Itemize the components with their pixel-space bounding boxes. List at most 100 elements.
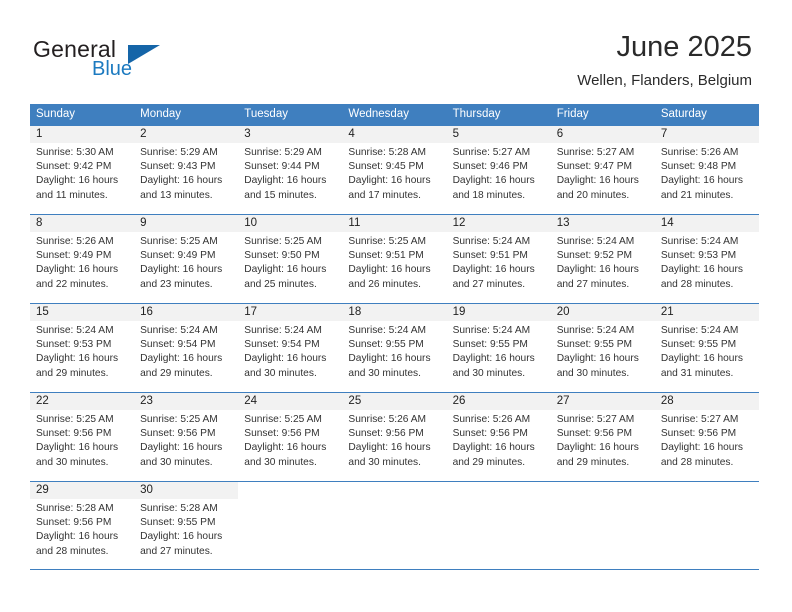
sunset-text: Sunset: 9:46 PM [452, 161, 528, 173]
day-cell[interactable]: 8 Sunrise: 5:26 AM Sunset: 9:49 PM Dayli… [30, 215, 135, 303]
sunrise-text: Sunrise: 5:24 AM [660, 325, 739, 336]
day-number: 5 [452, 128, 459, 140]
day-cell[interactable]: 7 Sunrise: 5:26 AM Sunset: 9:48 PM Dayli… [654, 126, 759, 214]
day-number: 25 [348, 395, 362, 407]
title-block: June 2025 Wellen, Flanders, Belgium [577, 30, 752, 89]
daylight-text-line2: and 31 minutes. [660, 367, 734, 379]
sunrise-text: Sunrise: 5:25 AM [36, 414, 114, 425]
day-details: Sunrise: 5:29 AM Sunset: 9:44 PM Dayligh… [238, 143, 342, 203]
day-cell[interactable]: 21 Sunrise: 5:24 AM Sunset: 9:55 PM Dayl… [654, 304, 759, 392]
daylight-text-line1: Daylight: 16 hours [452, 353, 535, 365]
day-cell[interactable]: 2 Sunrise: 5:29 AM Sunset: 9:43 PM Dayli… [134, 126, 239, 214]
day-details: Sunrise: 5:25 AM Sunset: 9:51 PM Dayligh… [342, 232, 446, 292]
day-number-band: 4 [342, 126, 447, 143]
day-cell[interactable]: 3 Sunrise: 5:29 AM Sunset: 9:44 PM Dayli… [238, 126, 343, 214]
week-row: 1 Sunrise: 5:30 AM Sunset: 9:42 PM Dayli… [30, 125, 759, 214]
day-number-band: 1 [30, 126, 135, 143]
day-cell[interactable]: 6 Sunrise: 5:27 AM Sunset: 9:47 PM Dayli… [550, 126, 655, 214]
day-cell[interactable]: 22 Sunrise: 5:25 AM Sunset: 9:56 PM Dayl… [30, 393, 135, 481]
day-number: 16 [140, 306, 153, 318]
day-cell[interactable]: 18 Sunrise: 5:24 AM Sunset: 9:55 PM Dayl… [342, 304, 447, 392]
day-number-band [238, 482, 342, 499]
day-cell[interactable]: 20 Sunrise: 5:24 AM Sunset: 9:55 PM Dayl… [550, 304, 655, 392]
daylight-text-line1: Daylight: 16 hours [348, 175, 431, 187]
day-number: 19 [452, 306, 466, 318]
day-cell[interactable]: 15 Sunrise: 5:24 AM Sunset: 9:53 PM Dayl… [30, 304, 135, 392]
sunset-text: Sunset: 9:56 PM [36, 428, 112, 440]
day-number-band [551, 482, 655, 499]
sunrise-text: Sunrise: 5:24 AM [348, 325, 427, 336]
day-cell[interactable]: 17 Sunrise: 5:24 AM Sunset: 9:54 PM Dayl… [238, 304, 343, 392]
sunrise-text: Sunrise: 5:27 AM [660, 414, 739, 425]
day-details: Sunrise: 5:26 AM Sunset: 9:56 PM Dayligh… [342, 410, 446, 470]
day-cell[interactable]: 14 Sunrise: 5:24 AM Sunset: 9:53 PM Dayl… [654, 215, 759, 303]
daylight-text-line1: Daylight: 16 hours [452, 175, 535, 187]
day-cell[interactable]: 19 Sunrise: 5:24 AM Sunset: 9:55 PM Dayl… [446, 304, 551, 392]
day-details: Sunrise: 5:28 AM Sunset: 9:55 PM Dayligh… [134, 499, 238, 559]
day-cell[interactable]: 9 Sunrise: 5:25 AM Sunset: 9:49 PM Dayli… [134, 215, 239, 303]
day-number: 15 [36, 306, 49, 318]
day-cell[interactable]: 11 Sunrise: 5:25 AM Sunset: 9:51 PM Dayl… [342, 215, 447, 303]
sunset-text: Sunset: 9:49 PM [140, 250, 216, 262]
day-details: Sunrise: 5:26 AM Sunset: 9:56 PM Dayligh… [447, 410, 551, 470]
day-details: Sunrise: 5:25 AM Sunset: 9:56 PM Dayligh… [30, 410, 134, 470]
day-cell-empty [342, 482, 447, 569]
daylight-text-line2: and 30 minutes. [348, 456, 421, 468]
day-number: 20 [556, 306, 570, 318]
sunrise-text: Sunrise: 5:24 AM [36, 325, 114, 336]
day-details: Sunrise: 5:26 AM Sunset: 9:48 PM Dayligh… [655, 143, 759, 203]
day-number: 26 [452, 395, 466, 407]
day-cell[interactable]: 25 Sunrise: 5:26 AM Sunset: 9:56 PM Dayl… [342, 393, 447, 481]
daylight-text-line1: Daylight: 16 hours [36, 531, 119, 543]
triangle-flag-icon [128, 45, 160, 64]
day-number-band [342, 482, 446, 499]
day-cell[interactable]: 27 Sunrise: 5:27 AM Sunset: 9:56 PM Dayl… [550, 393, 655, 481]
weekday-sunday: Sunday [36, 108, 76, 120]
daylight-text-line2: and 30 minutes. [556, 367, 630, 379]
sunset-text: Sunset: 9:50 PM [244, 250, 320, 262]
day-cell[interactable]: 23 Sunrise: 5:25 AM Sunset: 9:56 PM Dayl… [134, 393, 239, 481]
daylight-text-line2: and 28 minutes. [660, 278, 734, 290]
day-cell[interactable]: 1 Sunrise: 5:30 AM Sunset: 9:42 PM Dayli… [30, 126, 135, 214]
daylight-text-line2: and 29 minutes. [36, 367, 109, 379]
day-cell[interactable]: 13 Sunrise: 5:24 AM Sunset: 9:52 PM Dayl… [550, 215, 655, 303]
daylight-text-line2: and 20 minutes. [556, 189, 630, 201]
daylight-text-line1: Daylight: 16 hours [348, 442, 431, 454]
daylight-text-line2: and 21 minutes. [660, 189, 734, 201]
day-number-band [447, 482, 551, 499]
day-number-band: 19 [446, 304, 551, 321]
day-number-band: 8 [30, 215, 135, 232]
daylight-text-line2: and 30 minutes. [348, 367, 421, 379]
day-number-band: 3 [238, 126, 343, 143]
day-cell[interactable]: 5 Sunrise: 5:27 AM Sunset: 9:46 PM Dayli… [446, 126, 551, 214]
day-cell[interactable]: 12 Sunrise: 5:24 AM Sunset: 9:51 PM Dayl… [446, 215, 551, 303]
day-cell[interactable]: 16 Sunrise: 5:24 AM Sunset: 9:54 PM Dayl… [134, 304, 239, 392]
day-cell[interactable]: 30 Sunrise: 5:28 AM Sunset: 9:55 PM Dayl… [134, 482, 239, 569]
sunset-text: Sunset: 9:52 PM [556, 250, 633, 262]
sunset-text: Sunset: 9:45 PM [348, 161, 424, 173]
day-cell[interactable]: 26 Sunrise: 5:26 AM Sunset: 9:56 PM Dayl… [446, 393, 551, 481]
sunset-text: Sunset: 9:55 PM [452, 339, 528, 351]
daylight-text-line2: and 29 minutes. [452, 456, 526, 468]
daylight-text-line2: and 26 minutes. [348, 278, 421, 290]
day-details: Sunrise: 5:24 AM Sunset: 9:53 PM Dayligh… [30, 321, 134, 381]
day-cell[interactable]: 28 Sunrise: 5:27 AM Sunset: 9:56 PM Dayl… [654, 393, 759, 481]
day-number: 18 [348, 306, 362, 318]
sunrise-text: Sunrise: 5:26 AM [36, 236, 114, 247]
daylight-text-line2: and 30 minutes. [36, 456, 109, 468]
day-number: 17 [244, 306, 258, 318]
day-cell[interactable]: 10 Sunrise: 5:25 AM Sunset: 9:50 PM Dayl… [238, 215, 343, 303]
day-cell[interactable]: 24 Sunrise: 5:25 AM Sunset: 9:56 PM Dayl… [238, 393, 343, 481]
day-cell[interactable]: 29 Sunrise: 5:28 AM Sunset: 9:56 PM Dayl… [30, 482, 135, 569]
sunset-text: Sunset: 9:54 PM [140, 339, 216, 351]
sunrise-text: Sunrise: 5:24 AM [660, 236, 739, 247]
day-details: Sunrise: 5:24 AM Sunset: 9:54 PM Dayligh… [134, 321, 238, 381]
daylight-text-line2: and 28 minutes. [36, 545, 109, 557]
day-number-band: 11 [342, 215, 447, 232]
day-number-band: 9 [134, 215, 239, 232]
day-number-band [655, 482, 759, 499]
daylight-text-line2: and 18 minutes. [452, 189, 526, 201]
brand-logo[interactable]: General Blue [33, 36, 213, 84]
daylight-text-line2: and 30 minutes. [452, 367, 526, 379]
day-cell[interactable]: 4 Sunrise: 5:28 AM Sunset: 9:45 PM Dayli… [342, 126, 447, 214]
